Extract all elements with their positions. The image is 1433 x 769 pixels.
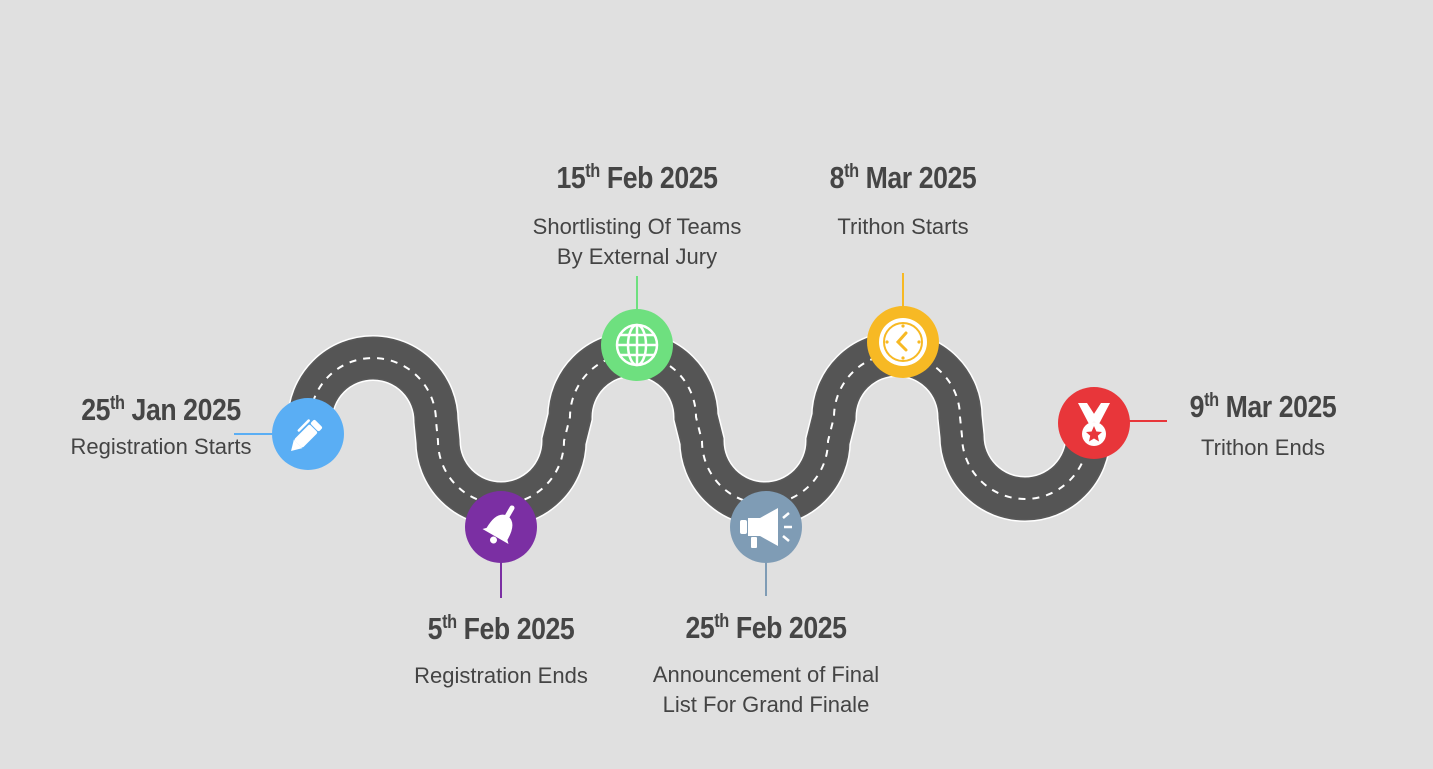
milestone-description: Registration Starts [70,434,252,459]
milestone-5: 8th Mar 2025 Trithon Starts [778,160,1028,242]
milestone-marker-3 [601,309,673,381]
milestone-6: 9th Mar 2025 Trithon Ends [1138,389,1388,463]
milestone-marker-2 [465,491,537,563]
milestone-description: Trithon Starts [837,214,969,239]
milestone-date: 8th Mar 2025 [829,160,977,195]
milestone-date: 5th Feb 2025 [427,611,575,646]
milestone-marker-5 [867,306,939,378]
globe-icon [615,323,659,367]
milestone-date: 9th Mar 2025 [1189,389,1337,424]
milestone-description: Registration Ends [414,663,588,688]
clock-icon [879,318,927,366]
milestone-description: Shortlisting Of Teams By External Jury [532,214,742,269]
milestone-4: 25th Feb 2025 Announcement of Final List … [626,610,906,720]
milestone-marker-6 [1058,387,1130,459]
milestone-marker-4 [730,491,802,563]
milestone-date: 15th Feb 2025 [556,160,718,195]
milestone-date: 25th Jan 2025 [81,392,241,427]
milestone-2: 5th Feb 2025 Registration Ends [376,611,626,691]
milestone-description: Trithon Ends [1201,435,1325,460]
milestone-3: 15th Feb 2025 Shortlisting Of Teams By Ex… [497,160,777,272]
milestone-1: 25th Jan 2025 Registration Starts [36,392,286,462]
milestone-date: 25th Feb 2025 [685,610,847,645]
milestone-description: Announcement of Final List For Grand Fina… [652,662,880,717]
